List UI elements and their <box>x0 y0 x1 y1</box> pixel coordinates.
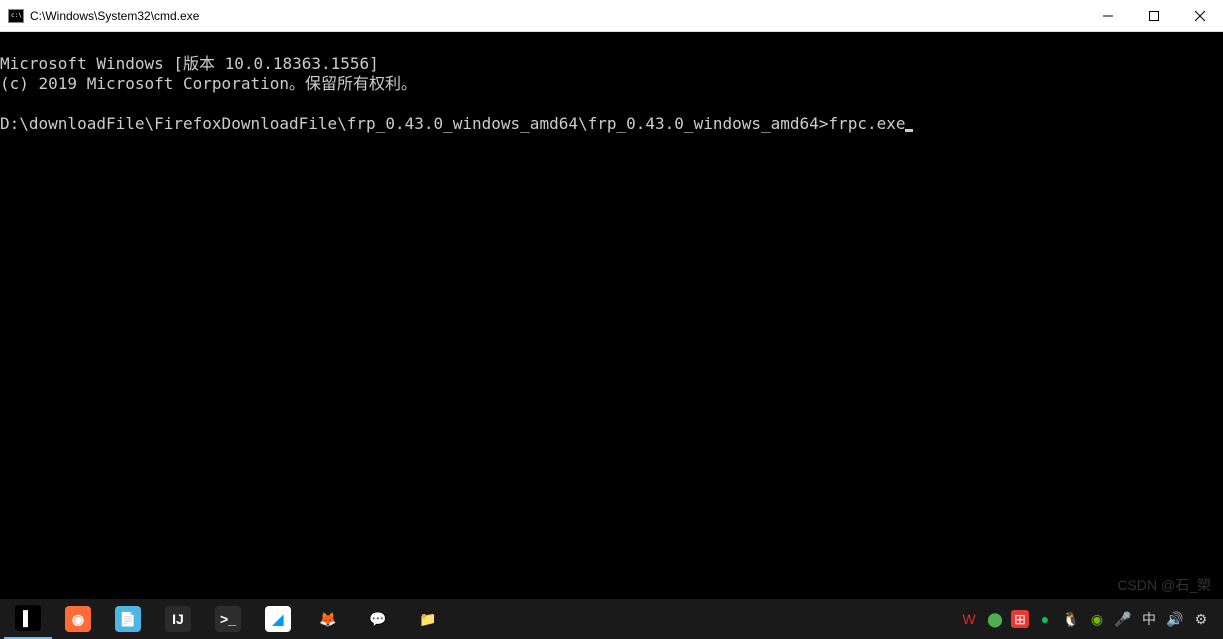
taskbar-app-explorer[interactable]: 📁 <box>404 599 452 639</box>
taskbar-apps: ▌ ◉ 📄 IJ >_ ◢ 🦊 💬 📁 <box>4 599 452 639</box>
terminal-prompt-line: D:\downloadFile\FirefoxDownloadFile\frp_… <box>0 114 913 133</box>
tray-wps[interactable]: W <box>959 609 979 629</box>
terminal-prompt: D:\downloadFile\FirefoxDownloadFile\frp_… <box>0 114 828 133</box>
terminal-line-2: (c) 2019 Microsoft Corporation。保留所有权利。 <box>0 74 417 93</box>
cmd-icon: ▌ <box>15 605 41 631</box>
taskbar-app-firefox[interactable]: 🦊 <box>304 599 352 639</box>
title-bar: C:\Windows\System32\cmd.exe <box>0 0 1223 32</box>
terminal2-icon: >_ <box>215 606 241 632</box>
terminal-line-1: Microsoft Windows [版本 10.0.18363.1556] <box>0 54 379 73</box>
terminal-command: frpc.exe <box>828 114 905 133</box>
taskbar-app-intellij[interactable]: IJ <box>154 599 202 639</box>
taskbar-app-cmd[interactable]: ▌ <box>4 599 52 639</box>
tray-security[interactable]: ⬤ <box>985 609 1005 629</box>
intellij-icon: IJ <box>165 606 191 632</box>
tray-app-red[interactable]: ⊞ <box>1011 610 1029 628</box>
firefox-icon: 🦊 <box>315 606 341 632</box>
tray-ime[interactable]: 中 <box>1139 609 1159 629</box>
tray-wechat-tray[interactable]: ● <box>1035 609 1055 629</box>
postman-icon: ◉ <box>65 606 91 632</box>
tray-qq[interactable]: 🐧 <box>1061 609 1081 629</box>
minimize-button[interactable] <box>1085 0 1131 31</box>
maximize-button[interactable] <box>1131 0 1177 31</box>
tray-nvidia[interactable]: ◉ <box>1087 609 1107 629</box>
todesk-icon: ◢ <box>265 606 291 632</box>
taskbar-app-notepad[interactable]: 📄 <box>104 599 152 639</box>
cmd-icon <box>8 9 24 23</box>
terminal-area[interactable]: Microsoft Windows [版本 10.0.18363.1556] (… <box>0 32 1223 599</box>
tray-network[interactable]: ⚙ <box>1191 609 1211 629</box>
terminal-cursor <box>905 129 913 132</box>
title-left: C:\Windows\System32\cmd.exe <box>0 9 199 23</box>
taskbar-app-wechat[interactable]: 💬 <box>354 599 402 639</box>
taskbar-app-todesk[interactable]: ◢ <box>254 599 302 639</box>
explorer-icon: 📁 <box>415 606 441 632</box>
tray-volume[interactable]: 🔊 <box>1165 609 1185 629</box>
taskbar-tray: W ⬤ ⊞ ● 🐧 ◉ 🎤 中 🔊 ⚙ <box>959 599 1219 639</box>
window-controls <box>1085 0 1223 31</box>
taskbar: ▌ ◉ 📄 IJ >_ ◢ 🦊 💬 📁 W ⬤ ⊞ ● 🐧 ◉ 🎤 中 🔊 ⚙ <box>0 599 1223 639</box>
notepad-icon: 📄 <box>115 606 141 632</box>
wechat-icon: 💬 <box>365 606 391 632</box>
window-title: C:\Windows\System32\cmd.exe <box>30 9 199 23</box>
taskbar-app-terminal2[interactable]: >_ <box>204 599 252 639</box>
tray-mic[interactable]: 🎤 <box>1113 609 1133 629</box>
taskbar-app-postman[interactable]: ◉ <box>54 599 102 639</box>
close-button[interactable] <box>1177 0 1223 31</box>
